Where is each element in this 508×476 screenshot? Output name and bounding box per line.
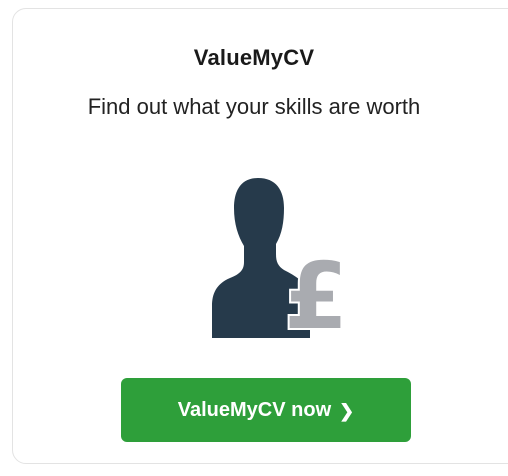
valuemycv-now-button[interactable]: ValueMyCV now ❯: [121, 378, 411, 442]
person-pound-illustration: £: [200, 178, 360, 352]
chevron-right-icon: ❯: [339, 400, 355, 421]
card-title: ValueMyCV: [193, 45, 315, 70]
pound-sign: £: [284, 243, 348, 338]
cta-label: ValueMyCV now: [177, 398, 332, 421]
card-tagline: Find out what your skills are worth: [87, 94, 421, 119]
person-pound-icon: £: [212, 178, 350, 352]
